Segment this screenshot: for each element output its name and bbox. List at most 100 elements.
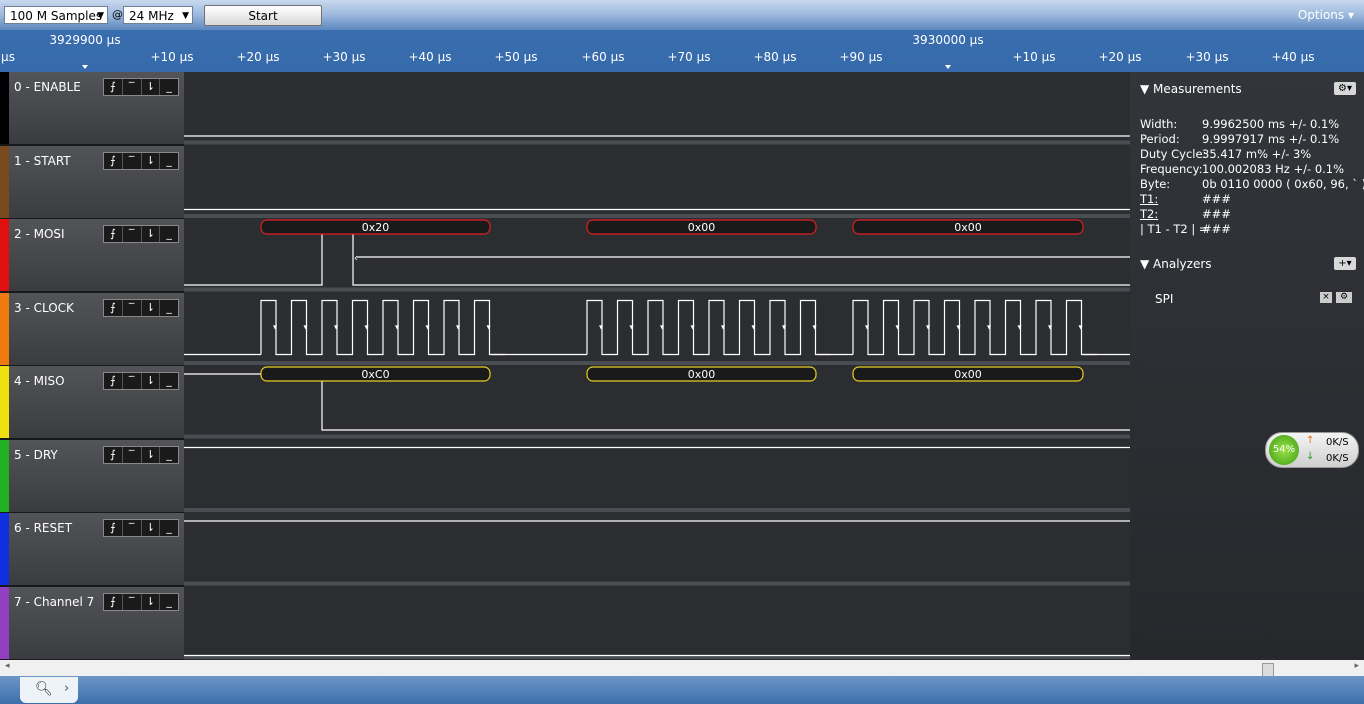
high-level-icon[interactable]: ‾ (123, 520, 142, 536)
ruler-tick-label: +30 µs (322, 50, 366, 64)
options-menu[interactable]: Options ▾ (1298, 8, 1354, 22)
low-level-icon[interactable]: _ (160, 373, 178, 389)
channel-row-separator (184, 140, 1130, 145)
network-meter: 54% ↑ ↓ 0K/S 0K/S (1265, 432, 1359, 468)
waveform-area[interactable]: ‹ ▾ ▾ ▾ ▾ ▾ ▾ ▾ ▾ ▾ ▾ ▾ ▾ ▾ ▾ ▾ ▾ ▾ ▾ ▾ ▾ ▾ ▾ ▾ ▾ 0x20 0x00 0x00 0xC… (184, 72, 1130, 660)
falling-edge-icon[interactable]: ⇂ (142, 299, 161, 316)
measurement-label: T2: (1140, 207, 1159, 221)
time-ruler[interactable]: 3929900 µs 3930000 µs µs +10 µs +20 µs +… (0, 30, 1364, 72)
channel-1[interactable]: 1 - START ⨍ ‾ ⇂ _ (0, 145, 184, 220)
gear-icon[interactable]: ⚙ (1336, 292, 1352, 303)
channel-row-separator (184, 508, 1130, 512)
low-level-icon[interactable]: _ (160, 79, 178, 95)
rising-edge-icon[interactable]: ⨍ (104, 373, 123, 389)
channel-6[interactable]: 6 - RESET ⨍ ‾ ⇂ _ (0, 513, 184, 587)
channel-name: 5 - DRY (14, 447, 58, 462)
ruler-tick-label: +20 µs (1098, 50, 1142, 64)
falling-edge-icon[interactable]: ⇂ (142, 446, 161, 463)
scroll-left-icon[interactable]: ◂ (5, 661, 10, 671)
channel-0[interactable]: 0 - ENABLE ⨍ ‾ ⇂ _ (0, 72, 184, 146)
arrow-left-icon: ‹ (354, 253, 358, 264)
ruler-tick-label: +80 µs (753, 50, 797, 64)
rising-edge-icon[interactable]: ⨍ (104, 446, 123, 463)
trigger-buttons: ⨍ ‾ ⇂ _ (103, 519, 179, 537)
channel-row-separator (184, 214, 1130, 218)
falling-edge-icon[interactable]: ⇂ (142, 79, 161, 95)
trigger-buttons: ⨍ ‾ ⇂ _ (103, 445, 179, 464)
falling-edge-icon[interactable]: ⇂ (142, 152, 161, 169)
falling-edge-icon[interactable]: ⇂ (142, 226, 161, 242)
sample-marker-icon: ▾ (426, 323, 430, 332)
ruler-tick-label: +10 µs (150, 50, 194, 64)
measurements-settings-gear-icon[interactable]: ⚙▾ (1334, 82, 1356, 95)
top-toolbar: 100 M Samples ▼ @ 24 MHz ▼ Start Options… (0, 0, 1364, 30)
low-level-icon[interactable]: _ (160, 226, 178, 242)
analyzer-item-spi[interactable]: SPI (1155, 292, 1173, 306)
miso-decoded-value: 0x00 (688, 368, 716, 381)
high-level-icon[interactable]: ‾ (123, 152, 142, 169)
high-level-icon[interactable]: ‾ (123, 299, 142, 316)
sample-marker-icon: ▾ (896, 323, 900, 332)
options-label: Options (1297, 8, 1345, 22)
falling-edge-icon[interactable]: ⇂ (142, 520, 161, 536)
chevron-down-icon: ▼ (182, 11, 189, 21)
trigger-buttons: ⨍ ‾ ⇂ _ (103, 298, 179, 317)
ruler-tick-label: +90 µs (839, 50, 883, 64)
chevron-right-icon[interactable]: › (64, 681, 69, 696)
close-icon[interactable]: × (1320, 292, 1332, 303)
falling-edge-icon[interactable]: ⇂ (142, 373, 161, 389)
measurements-header[interactable]: ▼ Measurements (1140, 82, 1242, 96)
falling-edge-icon[interactable]: ⇂ (142, 593, 161, 610)
analyzers-title: Analyzers (1153, 257, 1212, 271)
channel-2[interactable]: 2 - MOSI ⨍ ‾ ⇂ _ (0, 219, 184, 293)
channel-row-bg (184, 439, 1130, 511)
channel-name: 2 - MOSI (14, 227, 65, 241)
low-level-icon[interactable]: _ (160, 594, 178, 610)
channel-5[interactable]: 5 - DRY ⨍ ‾ ⇂ _ (0, 439, 184, 514)
horizontal-scrollbar[interactable]: ◂ ▸ (0, 660, 1364, 676)
scrollbar-thumb[interactable] (1262, 663, 1274, 677)
channel-7[interactable]: 7 - Channel 7 ⨍ ‾ ⇂ _ (0, 586, 184, 661)
sample-marker-icon: ▾ (1048, 323, 1052, 332)
trigger-buttons: ⨍ ‾ ⇂ _ (103, 78, 179, 96)
sample-marker-icon: ▾ (813, 323, 817, 332)
search-icon: 🔍︎ (35, 681, 53, 697)
sample-marker-icon: ▾ (599, 323, 603, 332)
samples-select[interactable]: 100 M Samples ▼ (4, 6, 108, 24)
high-level-icon[interactable]: ‾ (123, 373, 142, 389)
samples-select-value: 100 M Samples (10, 9, 103, 23)
scroll-right-icon[interactable]: ▸ (1354, 661, 1359, 671)
rising-edge-icon[interactable]: ⨍ (104, 299, 123, 316)
ruler-tick-label: +40 µs (408, 50, 452, 64)
at-symbol: @ (112, 8, 123, 21)
sample-rate-select[interactable]: 24 MHz ▼ (123, 6, 193, 24)
mosi-decoded-value: 0x00 (688, 221, 716, 234)
search-tab[interactable]: 🔍︎ › (20, 677, 78, 703)
start-button[interactable]: Start (204, 5, 322, 26)
add-analyzer-plus-icon[interactable]: +▾ (1334, 257, 1356, 270)
low-level-icon[interactable]: _ (160, 300, 178, 316)
analyzers-header[interactable]: ▼ Analyzers (1140, 257, 1212, 271)
high-level-icon[interactable]: ‾ (123, 79, 142, 95)
rising-edge-icon[interactable]: ⨍ (104, 593, 123, 610)
low-level-icon[interactable]: _ (160, 447, 178, 463)
rising-edge-icon[interactable]: ⨍ (104, 79, 123, 95)
download-speed: 0K/S (1326, 453, 1349, 464)
channel-name: 0 - ENABLE (14, 80, 81, 94)
high-level-icon[interactable]: ‾ (123, 226, 142, 242)
low-level-icon[interactable]: _ (160, 153, 178, 169)
sample-marker-icon: ▾ (334, 323, 338, 332)
rising-edge-icon[interactable]: ⨍ (104, 520, 123, 536)
low-level-icon[interactable]: _ (160, 520, 178, 536)
high-level-icon[interactable]: ‾ (123, 593, 142, 610)
sample-marker-icon: ▾ (487, 323, 491, 332)
measurement-value: ### (1202, 222, 1231, 236)
rising-edge-icon[interactable]: ⨍ (104, 226, 123, 242)
rising-edge-icon[interactable]: ⨍ (104, 152, 123, 169)
miso-decoded-value: 0xC0 (361, 368, 389, 381)
channel-4[interactable]: 4 - MISO ⨍ ‾ ⇂ _ (0, 366, 184, 440)
sample-marker-icon: ▾ (630, 323, 634, 332)
measurement-row: Byte: 0b 0110 0000 ( 0x60, 96, ` ) (1140, 177, 1364, 191)
channel-3[interactable]: 3 - CLOCK ⨍ ‾ ⇂ _ (0, 292, 184, 367)
high-level-icon[interactable]: ‾ (123, 446, 142, 463)
